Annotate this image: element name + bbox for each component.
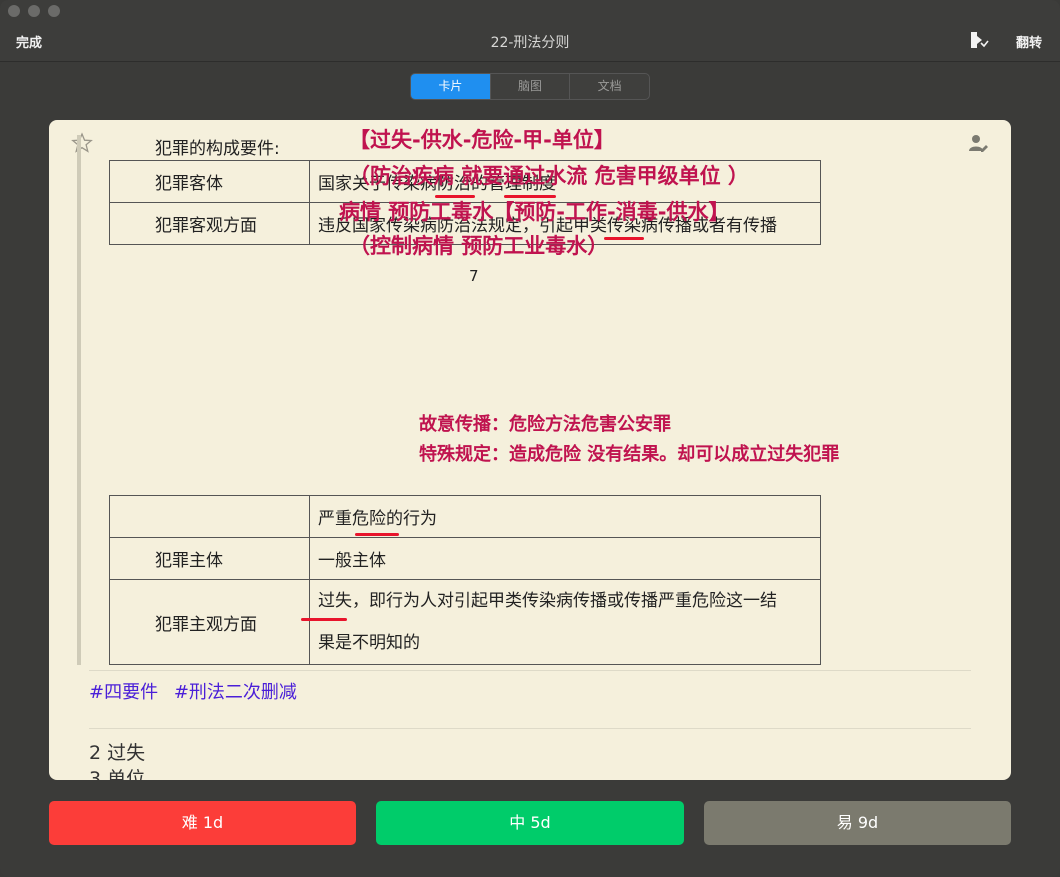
page-number: 7 bbox=[469, 267, 479, 285]
table-cell-line: 果是不明知的 bbox=[318, 633, 420, 653]
flashcard: 犯罪的构成要件: 犯罪客体 国家关于传染病防治的管理制度 犯罪客观方面 违反国家… bbox=[49, 120, 1011, 780]
tab-document[interactable]: 文档 bbox=[570, 74, 649, 99]
table-cell-key bbox=[109, 495, 310, 538]
table-cell-value: 过失，即行为人对引起甲类传染病传播或传播严重危险这一结 果是不明知的 bbox=[309, 579, 821, 665]
answer-line: 3 单位 bbox=[89, 768, 146, 780]
table-cell-value: 一般主体 bbox=[309, 537, 821, 580]
table-row: 犯罪主观方面 过失，即行为人对引起甲类传染病传播或传播严重危险这一结 果是不明知… bbox=[109, 579, 821, 665]
highlight-underline bbox=[301, 618, 347, 621]
tab-mindmap[interactable]: 脑图 bbox=[491, 74, 571, 99]
minimize-window-button[interactable] bbox=[28, 5, 40, 17]
tag-four-elements[interactable]: #四要件 bbox=[89, 682, 158, 703]
tab-card[interactable]: 卡片 bbox=[411, 74, 491, 99]
flip-button[interactable]: 翻转 bbox=[1016, 32, 1042, 51]
elements-table-bottom: 严重危险的行为 犯罪主体 一般主体 犯罪主观方面 过失，即行为人对引起甲类传染病… bbox=[109, 495, 821, 665]
divider bbox=[89, 728, 971, 729]
zoom-window-button[interactable] bbox=[48, 5, 60, 17]
answer-line: 2 过失 bbox=[89, 742, 146, 764]
table-row: 严重危险的行为 bbox=[109, 495, 821, 538]
mnemonic-line-2: （防治疾病 就要通过水流 危害甲级单位 ） bbox=[349, 164, 749, 188]
table-cell-key: 犯罪客观方面 bbox=[109, 202, 310, 245]
rate-medium-button[interactable]: 中 5d bbox=[376, 801, 684, 845]
note-intentional: 故意传播：危险方法危害公安罪 bbox=[419, 414, 671, 435]
edit-person-icon[interactable] bbox=[967, 132, 989, 154]
window-title: 22-刑法分则 bbox=[490, 35, 570, 51]
table-cell-key: 犯罪客体 bbox=[109, 160, 310, 203]
view-mode-tabs: 卡片 脑图 文档 bbox=[410, 73, 650, 100]
highlight-underline bbox=[504, 195, 556, 198]
close-window-button[interactable] bbox=[8, 5, 20, 17]
note-special-rule: 特殊规定：造成危险 没有结果。却可以成立过失犯罪 bbox=[419, 444, 840, 465]
quote-bar bbox=[77, 135, 81, 665]
mnemonic-line-1: 【过失-供水-危险-甲-单位】 bbox=[349, 128, 615, 152]
highlight-underline bbox=[355, 533, 399, 536]
highlight-underline bbox=[435, 195, 475, 198]
rate-easy-button[interactable]: 易 9d bbox=[704, 801, 1011, 845]
title-bar: 完成 22-刑法分则 翻转 bbox=[0, 0, 1060, 62]
divider bbox=[89, 670, 971, 671]
app-window: 完成 22-刑法分则 翻转 卡片 脑图 文档 犯罪的构成要件: 犯罪客体 国家关… bbox=[0, 0, 1060, 877]
mnemonic-line-3: 病情 预防工毒水【预防-工作-消毒-供水】 bbox=[339, 200, 730, 224]
table-cell-key: 犯罪主体 bbox=[109, 537, 310, 580]
tag-list: #四要件 #刑法二次删减 bbox=[89, 678, 307, 704]
table-cell-key: 犯罪主观方面 bbox=[109, 579, 310, 665]
tag-criminal-law-revision[interactable]: #刑法二次删减 bbox=[174, 682, 297, 703]
highlight-underline bbox=[604, 237, 644, 240]
flip-icon[interactable] bbox=[968, 30, 990, 50]
section-label: 犯罪的构成要件: bbox=[155, 139, 280, 159]
star-icon[interactable] bbox=[71, 132, 93, 154]
mnemonic-line-4: （控制病情 预防工业毒水） bbox=[349, 234, 609, 258]
table-cell-line: 过失，即行为人对引起甲类传染病传播或传播严重危险这一结 bbox=[318, 591, 777, 611]
table-row: 犯罪主体 一般主体 bbox=[109, 537, 821, 580]
table-cell-value: 严重危险的行为 bbox=[309, 495, 821, 538]
rate-hard-button[interactable]: 难 1d bbox=[49, 801, 356, 845]
